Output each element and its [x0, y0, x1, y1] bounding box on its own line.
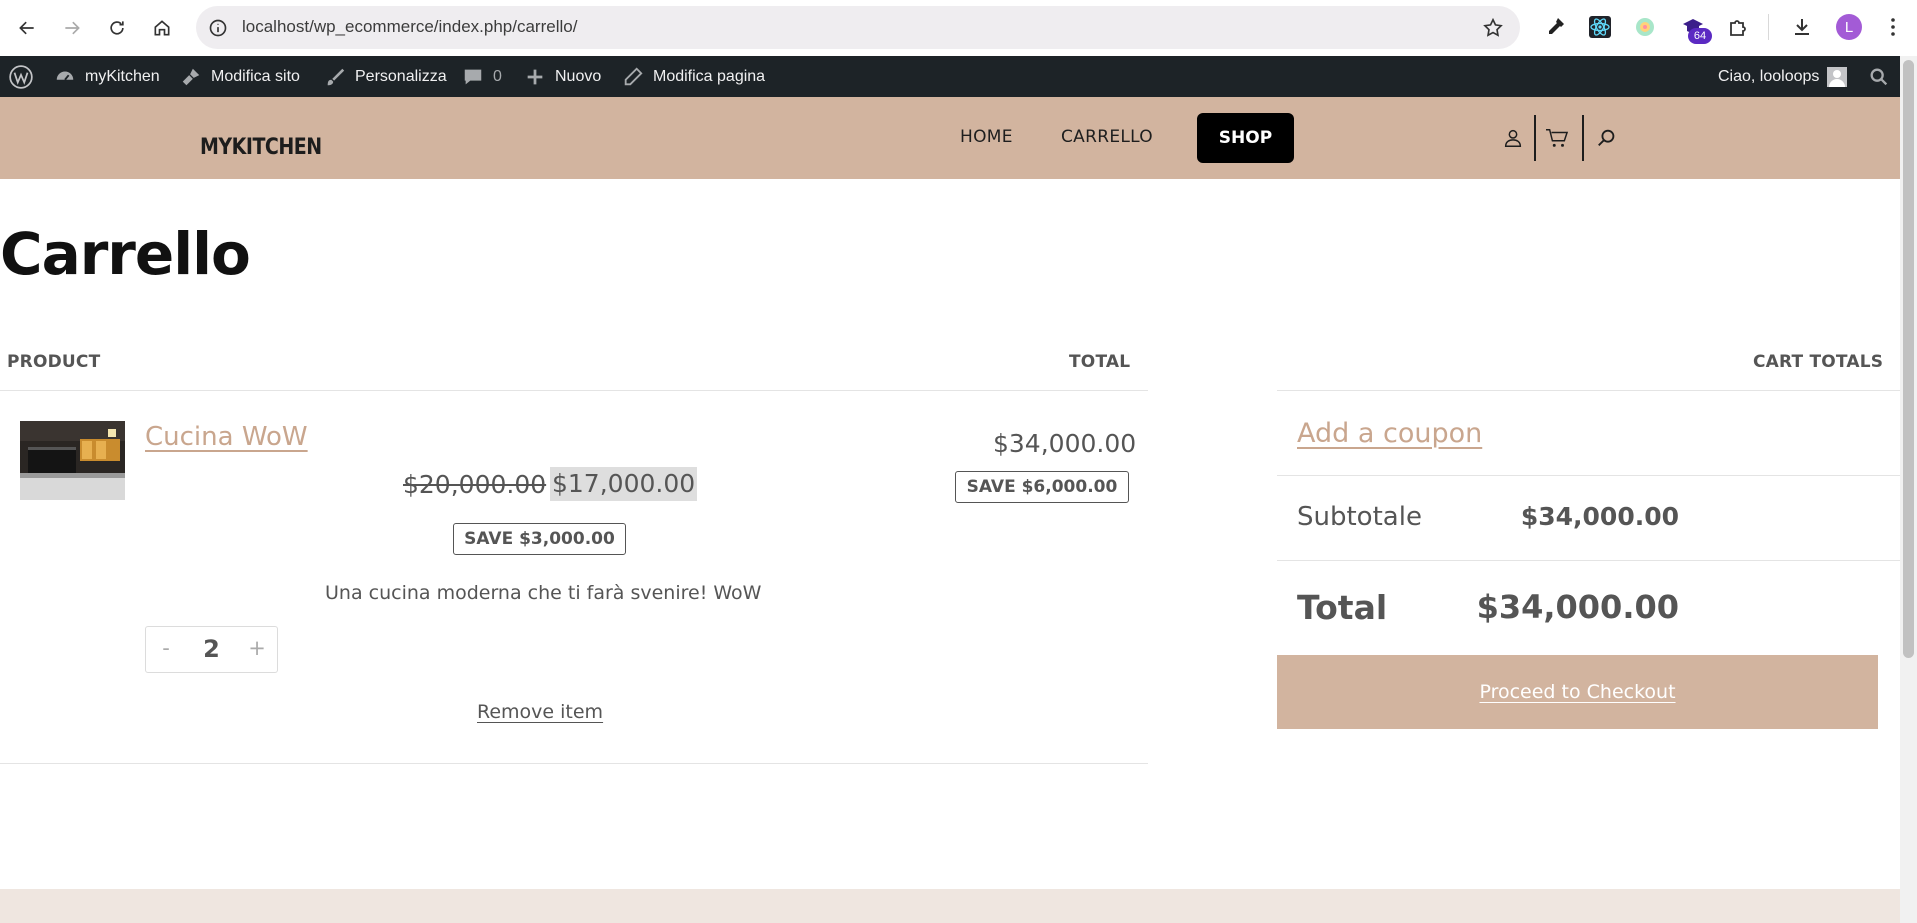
totals-divider	[1277, 390, 1900, 391]
site-info-icon[interactable]	[208, 18, 228, 38]
extension-badge: 64	[1688, 28, 1712, 44]
browser-toolbar: localhost/wp_ecommerce/index.php/carrell…	[0, 0, 1917, 56]
product-name-link[interactable]: Cucina WoW	[145, 422, 308, 452]
scrollbar-thumb[interactable]	[1903, 60, 1914, 658]
back-icon[interactable]	[12, 13, 42, 43]
nav-home[interactable]: HOME	[960, 127, 1013, 147]
admin-comments-link[interactable]: 0	[462, 56, 502, 97]
comment-icon	[464, 69, 482, 84]
account-icon[interactable]	[1502, 127, 1524, 149]
wordpress-logo-icon[interactable]	[8, 56, 34, 97]
add-coupon-link[interactable]: Add a coupon	[1297, 418, 1482, 449]
bookmark-star-icon[interactable]	[1482, 17, 1504, 39]
admin-customize-label: Personalizza	[355, 67, 447, 85]
nav-shop-button[interactable]: SHOP	[1197, 113, 1294, 163]
browser-menu-icon[interactable]	[1880, 14, 1906, 40]
admin-edit-page-label: Modifica pagina	[653, 67, 766, 85]
product-thumbnail[interactable]	[20, 421, 125, 500]
admin-edit-site-link[interactable]: Modifica sito	[180, 56, 300, 97]
footer-band	[0, 889, 1900, 923]
total-label: Total	[1297, 588, 1388, 627]
quantity-stepper: - 2 +	[145, 626, 278, 673]
admin-account-link[interactable]: Ciao, looloops	[1718, 56, 1848, 97]
admin-site-name: myKitchen	[85, 67, 160, 85]
sale-price: $17,000.00	[550, 467, 698, 501]
admin-site-link[interactable]: myKitchen	[54, 56, 160, 97]
search-icon[interactable]	[1596, 127, 1618, 149]
profile-avatar[interactable]: L	[1836, 14, 1862, 40]
plus-icon	[527, 69, 543, 84]
download-icon[interactable]	[1789, 14, 1815, 40]
header-divider	[1582, 115, 1584, 161]
admin-new-label: Nuovo	[555, 67, 602, 85]
admin-customize-link[interactable]: Personalizza	[324, 56, 447, 97]
home-icon[interactable]	[147, 13, 177, 43]
column-header-product: PRODUCT	[7, 352, 101, 372]
cart-totals-heading: CART TOTALS	[1753, 352, 1884, 372]
kitchen-image	[20, 421, 125, 500]
item-save-badge: SAVE $3,000.00	[453, 523, 626, 555]
subtotal-value: $34,000.00	[1520, 502, 1679, 531]
totals-divider	[1277, 560, 1900, 561]
react-devtools-icon[interactable]	[1587, 14, 1613, 40]
subtotal-label: Subtotale	[1297, 502, 1422, 532]
line-save-badge: SAVE $6,000.00	[955, 471, 1129, 503]
pencil-icon	[624, 66, 643, 85]
url-text[interactable]: localhost/wp_ecommerce/index.php/carrell…	[242, 17, 577, 37]
wp-admin-bar: myKitchen Modifica sito Personalizza 0 N…	[0, 56, 1900, 97]
table-divider	[0, 763, 1148, 764]
checkout-label: Proceed to Checkout	[1479, 681, 1676, 703]
eyedropper-extension-icon[interactable]	[1542, 14, 1568, 40]
table-divider	[0, 390, 1148, 391]
page-title: Carrello	[0, 220, 251, 288]
address-bar[interactable]: localhost/wp_ecommerce/index.php/carrell…	[196, 6, 1520, 49]
regular-price: $20,000.00	[403, 470, 547, 499]
colorful-extension-icon[interactable]	[1632, 14, 1658, 40]
admin-edit-site-label: Modifica sito	[211, 67, 300, 85]
admin-comments-count: 0	[493, 67, 502, 85]
admin-search-icon[interactable]	[1868, 56, 1890, 97]
header-divider	[1534, 115, 1536, 161]
line-total: $34,000.00	[993, 429, 1137, 458]
extensions-puzzle-icon[interactable]	[1725, 14, 1751, 40]
paintbrush-icon	[327, 68, 345, 85]
forward-icon[interactable]	[57, 13, 87, 43]
brush-icon	[182, 68, 200, 85]
product-description: Una cucina moderna che ti farà svenire! …	[325, 582, 762, 604]
reload-icon[interactable]	[102, 13, 132, 43]
admin-greeting: Ciao, looloops	[1718, 67, 1820, 85]
nav-carrello[interactable]: CARRELLO	[1061, 127, 1153, 147]
total-value: $34,000.00	[1476, 588, 1679, 626]
admin-new-link[interactable]: Nuovo	[524, 56, 601, 97]
admin-avatar	[1827, 66, 1848, 87]
proceed-to-checkout-button[interactable]: Proceed to Checkout	[1277, 655, 1878, 729]
quantity-increase-button[interactable]: +	[245, 636, 269, 660]
totals-divider	[1277, 475, 1900, 476]
remove-item-link[interactable]: Remove item	[477, 701, 603, 723]
cart-icon[interactable]	[1544, 127, 1570, 149]
dashboard-icon	[56, 71, 74, 80]
site-logo[interactable]: MYKITCHEN	[200, 134, 322, 159]
toolbar-separator	[1768, 14, 1769, 40]
admin-edit-page-link[interactable]: Modifica pagina	[622, 56, 765, 97]
column-header-total: TOTAL	[1069, 352, 1131, 372]
